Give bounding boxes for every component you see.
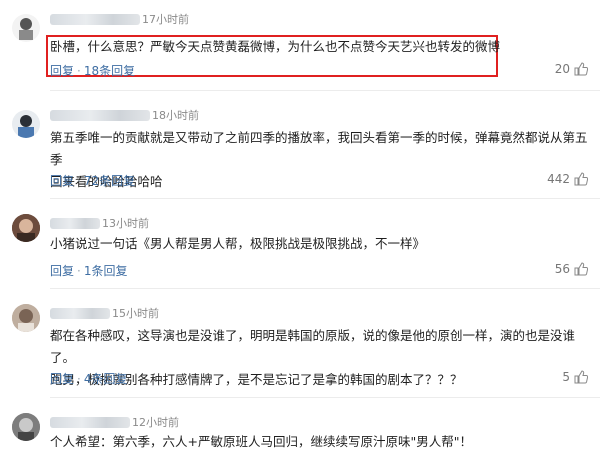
comment-time: 12小时前 bbox=[132, 416, 179, 429]
avatar[interactable] bbox=[12, 413, 40, 441]
blurred-username bbox=[50, 307, 110, 319]
reply-count-link[interactable]: 72条回复 bbox=[84, 172, 135, 189]
comment-text: 小猪说过一句话《男人帮是男人帮，极限挑战是极限挑战，不一样》 bbox=[50, 233, 590, 255]
comment-meta: 15小时前 bbox=[50, 305, 159, 321]
comment-line: 都在各种感叹，这导演也是没谁了，明明是韩国的原版，说的像是他的原创一样，演的也是… bbox=[50, 328, 576, 365]
separator: · bbox=[77, 63, 81, 78]
comment-meta: 17小时前 bbox=[50, 11, 189, 27]
reply-button[interactable]: 回复 bbox=[50, 172, 74, 189]
like-button[interactable]: 5 bbox=[562, 370, 588, 384]
comment-time: 15小时前 bbox=[112, 307, 159, 320]
comment-time: 13小时前 bbox=[102, 217, 149, 230]
thumbs-up-icon bbox=[574, 370, 588, 384]
avatar[interactable] bbox=[12, 110, 40, 138]
thumbs-up-icon bbox=[574, 62, 588, 76]
divider bbox=[50, 198, 600, 199]
reply-count-link[interactable]: 4条回复 bbox=[84, 370, 128, 387]
avatar[interactable] bbox=[12, 214, 40, 242]
comment-line: 跑男，极挑就别各种打感情牌了，是不是忘记了是拿的韩国的剧本了？？？ bbox=[50, 372, 463, 387]
comment-text: 都在各种感叹，这导演也是没谁了，明明是韩国的原版，说的像是他的原创一样，演的也是… bbox=[50, 325, 590, 391]
reply-count-link[interactable]: 1条回复 bbox=[84, 262, 128, 279]
comment-meta: 18小时前 bbox=[50, 107, 199, 123]
like-count: 20 bbox=[554, 62, 570, 76]
reply-button[interactable]: 回复 bbox=[50, 262, 74, 279]
comment-text: 卧槽，什么意思？严敏今天点赞黄磊微博，为什么也不点赞今天艺兴也转发的微博 bbox=[50, 36, 590, 58]
blurred-username bbox=[50, 13, 140, 25]
comment-time: 18小时前 bbox=[152, 109, 199, 122]
comment-actions: 回复 · 18条回复 bbox=[50, 62, 135, 79]
thumbs-up-icon bbox=[574, 172, 588, 186]
blurred-username bbox=[50, 109, 150, 121]
comment-actions: 回复 · 1条回复 bbox=[50, 262, 127, 279]
divider bbox=[50, 288, 600, 289]
like-button[interactable]: 442 bbox=[547, 172, 588, 186]
comment-line: 个人希望：第六季，六人+严敏原班人马回归，继续续写原汁原味"男人帮"！ bbox=[50, 434, 472, 449]
reply-button[interactable]: 回复 bbox=[50, 370, 74, 387]
comment-text: 个人希望：第六季，六人+严敏原班人马回归，继续续写原汁原味"男人帮"！ bbox=[50, 431, 590, 453]
like-count: 56 bbox=[554, 262, 570, 276]
comment-actions: 回复 · 72条回复 bbox=[50, 172, 135, 189]
like-button[interactable]: 20 bbox=[555, 62, 588, 76]
comment-time: 17小时前 bbox=[142, 13, 189, 26]
separator: · bbox=[77, 173, 81, 188]
separator: · bbox=[77, 263, 81, 278]
reply-count-link[interactable]: 18条回复 bbox=[84, 62, 135, 79]
separator: · bbox=[77, 371, 81, 386]
reply-button[interactable]: 回复 bbox=[50, 62, 74, 79]
avatar[interactable] bbox=[12, 14, 40, 42]
comment-meta: 12小时前 bbox=[50, 414, 179, 430]
like-count: 5 bbox=[562, 370, 570, 384]
like-count: 442 bbox=[547, 172, 570, 186]
comment-line: 第五季唯一的贡献就是又带动了之前四季的播放率，我回头看第一季的时候，弹幕竟然都说… bbox=[50, 130, 588, 167]
divider bbox=[50, 90, 600, 91]
divider bbox=[50, 397, 600, 398]
blurred-username bbox=[50, 416, 130, 428]
blurred-username bbox=[50, 217, 100, 229]
comment-meta: 13小时前 bbox=[50, 215, 149, 231]
avatar[interactable] bbox=[12, 304, 40, 332]
comment-line: 小猪说过一句话《男人帮是男人帮，极限挑战是极限挑战，不一样》 bbox=[50, 236, 426, 251]
comment-line: 卧槽，什么意思？严敏今天点赞黄磊微博，为什么也不点赞今天艺兴也转发的微博 bbox=[50, 39, 501, 54]
thumbs-up-icon bbox=[574, 262, 588, 276]
like-button[interactable]: 56 bbox=[555, 262, 588, 276]
comment-actions: 回复 · 4条回复 bbox=[50, 370, 127, 387]
